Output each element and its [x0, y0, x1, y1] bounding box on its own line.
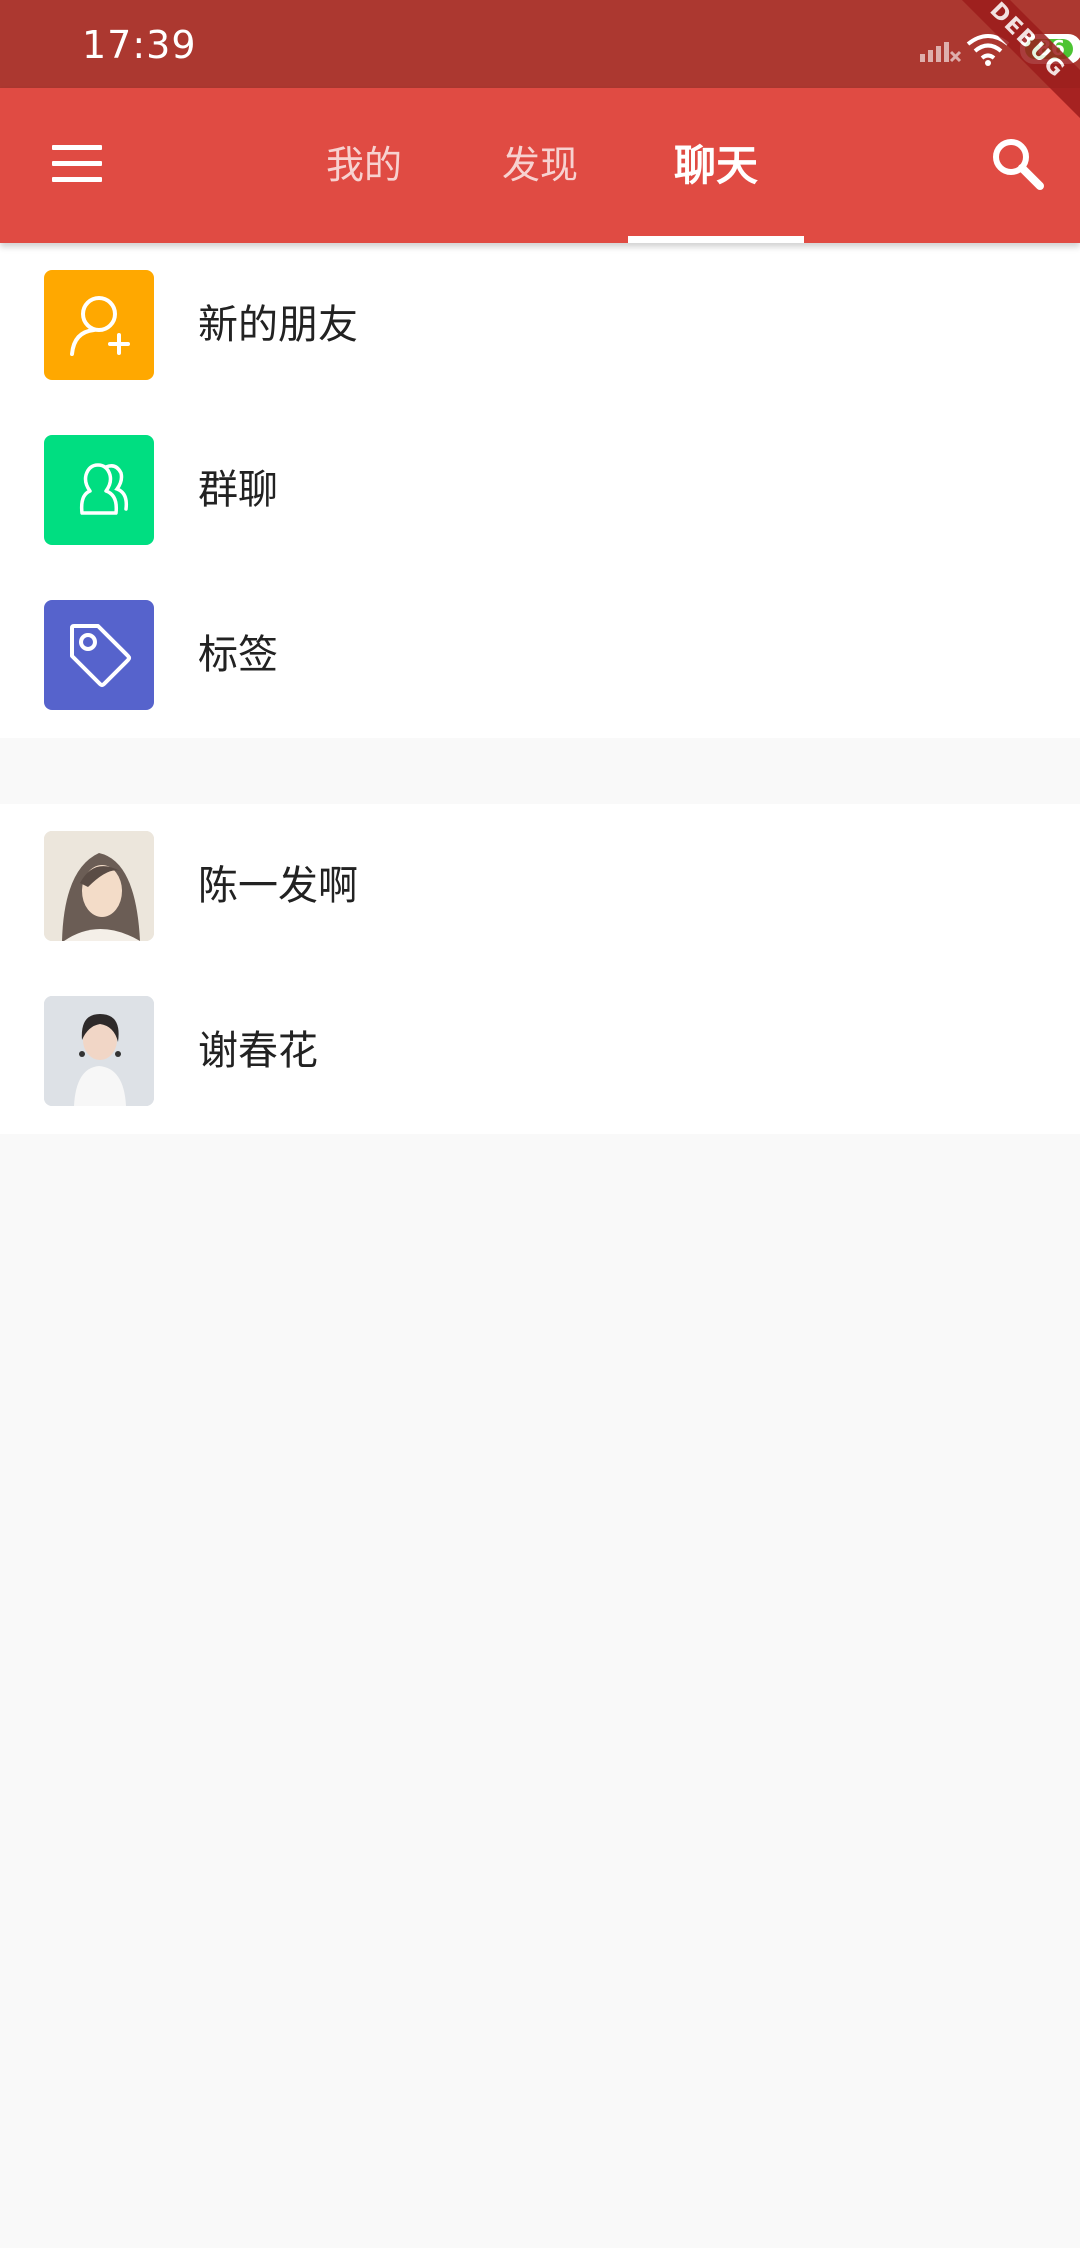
menu-button[interactable]: [42, 128, 112, 198]
signal-icon: [920, 34, 962, 68]
contact-name: 谢春花: [198, 1028, 318, 1074]
contact-row[interactable]: 陈一发啊: [0, 804, 1080, 969]
app-bar: 我的 发现 聊天: [0, 88, 1080, 243]
tag-icon: [44, 600, 154, 710]
list-item-label: 新的朋友: [198, 302, 358, 348]
list-item-new-friends[interactable]: 新的朋友: [0, 243, 1080, 408]
tab-mine[interactable]: 我的: [300, 88, 428, 243]
list-item-label: 群聊: [198, 467, 278, 513]
tab-chat[interactable]: 聊天: [648, 88, 784, 243]
search-button[interactable]: [982, 128, 1052, 198]
tab-indicator: [628, 236, 804, 243]
status-bar: 17:39 86: [0, 0, 1080, 88]
tab-discover[interactable]: 发现: [476, 88, 604, 243]
add-friend-icon: [44, 270, 154, 380]
group-chat-icon: [44, 435, 154, 545]
list-item-tags[interactable]: 标签: [0, 573, 1080, 738]
avatar: [44, 996, 154, 1106]
search-icon: [993, 139, 1044, 190]
contact-list: 陈一发啊 谢春花: [0, 804, 1080, 1134]
list-item-label: 标签: [198, 632, 278, 678]
contact-name: 陈一发啊: [198, 863, 358, 909]
function-list: 新的朋友 群聊 标签: [0, 243, 1080, 738]
list-item-group-chat[interactable]: 群聊: [0, 408, 1080, 573]
status-time: 17:39: [82, 23, 197, 67]
avatar: [44, 831, 154, 941]
contact-row[interactable]: 谢春花: [0, 969, 1080, 1134]
